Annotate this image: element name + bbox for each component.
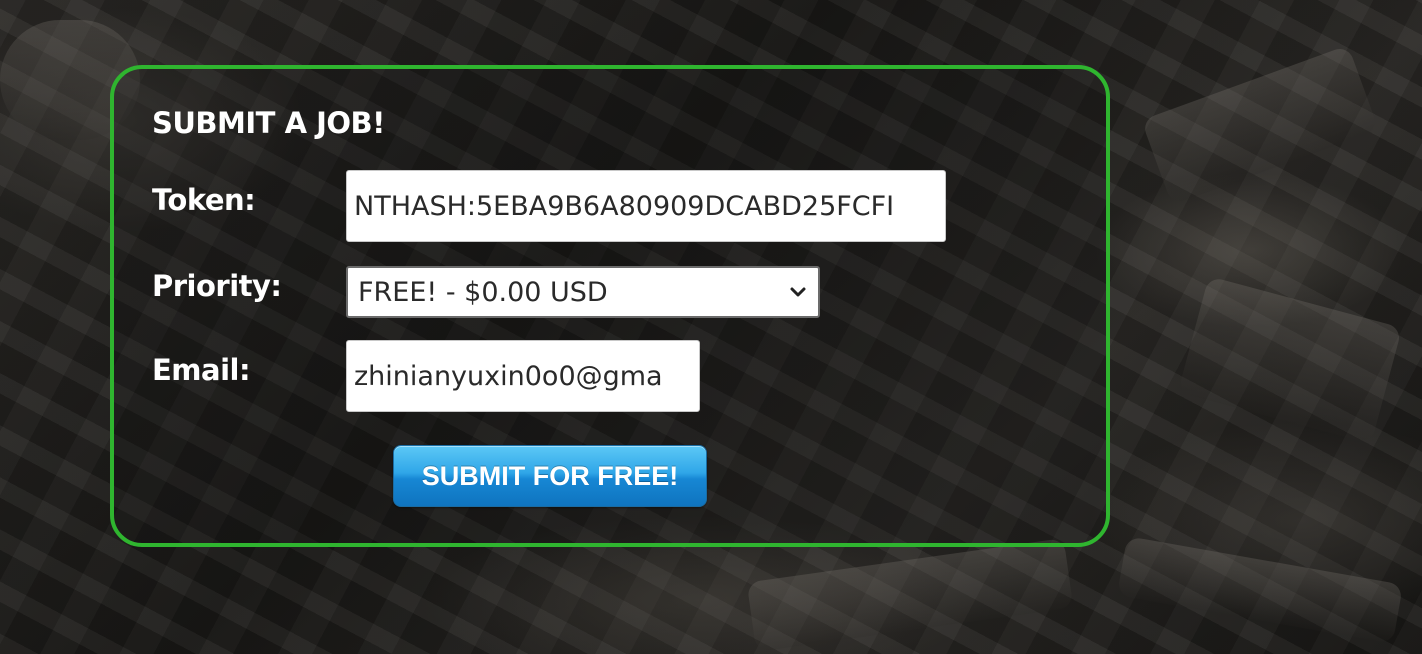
email-input[interactable] (346, 340, 700, 412)
token-label: Token: (152, 183, 256, 217)
priority-select[interactable]: FREE! - $0.00 USD (346, 266, 820, 318)
background-key-shape (1177, 276, 1403, 444)
token-input[interactable] (346, 170, 946, 242)
chevron-down-icon (788, 282, 808, 302)
form-heading: SUBMIT A JOB! (152, 106, 385, 140)
priority-selected-value: FREE! - $0.00 USD (358, 276, 608, 308)
background-key-shape (746, 538, 1074, 652)
background-key-shape (1116, 536, 1404, 644)
background-key-shape (1141, 45, 1379, 205)
email-label: Email: (152, 353, 251, 387)
priority-label: Priority: (152, 269, 282, 303)
submit-button[interactable]: SUBMIT FOR FREE! (393, 445, 707, 507)
